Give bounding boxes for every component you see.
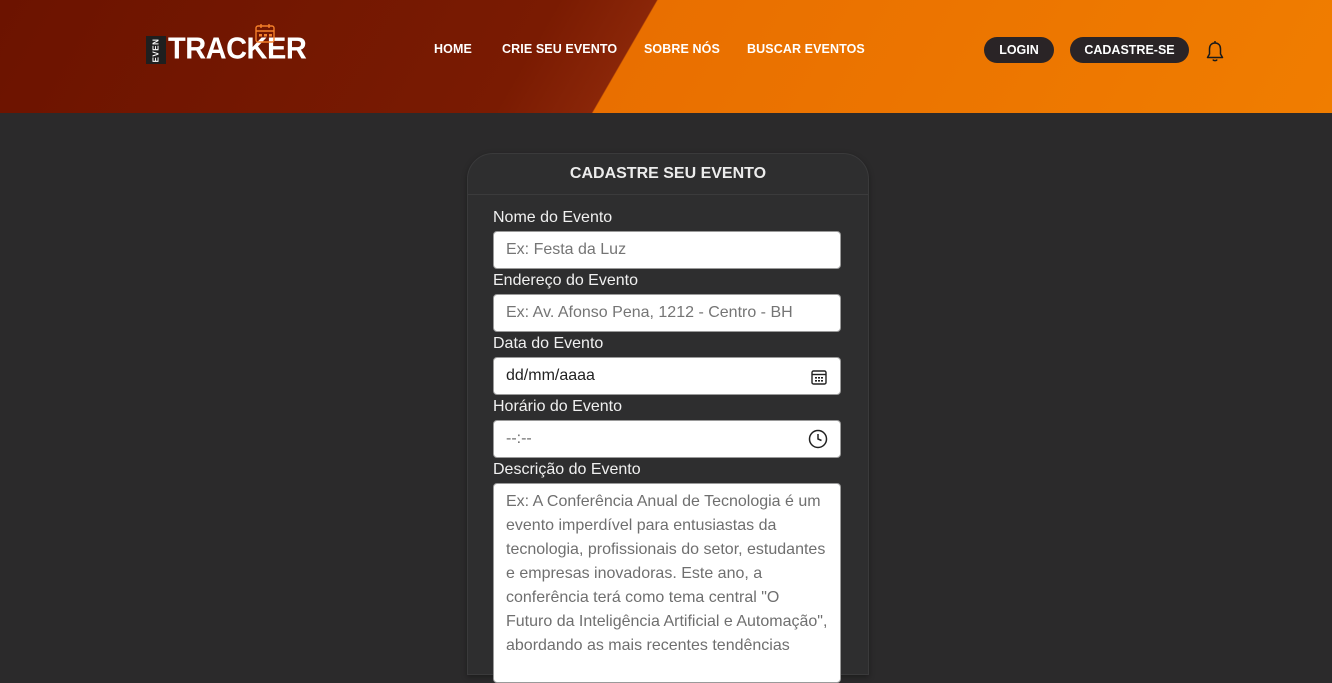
event-time-value: --:-- <box>506 430 532 447</box>
event-date-label: Data do Evento <box>493 335 604 352</box>
calendar-icon[interactable] <box>810 368 828 386</box>
logo-wordmark: TRACKER <box>168 32 307 66</box>
nav-about-link[interactable]: SOBRE NÓS <box>644 42 720 56</box>
event-description-label: Descrição do Evento <box>493 461 641 478</box>
event-name-label: Nome do Evento <box>493 209 613 226</box>
event-description-textarea[interactable]: Ex: A Conferência Anual de Tecnologia é … <box>493 483 841 683</box>
event-form-card: CADASTRE SEU EVENTO Nome do Evento Ender… <box>467 153 869 683</box>
logo-calendar-icon <box>255 24 275 43</box>
logo-even-block: EVEN <box>146 36 166 64</box>
event-address-label: Endereço do Evento <box>493 272 638 289</box>
bell-icon[interactable] <box>1205 40 1225 64</box>
nav-create-event-link[interactable]: CRIE SEU EVENTO <box>502 42 617 56</box>
clock-icon[interactable] <box>808 429 828 449</box>
brand-logo[interactable]: EVEN TRACKER <box>146 22 307 66</box>
event-date-value: dd/mm/aaaa <box>506 367 595 384</box>
signup-button[interactable]: CADASTRE-SE <box>1070 37 1189 63</box>
form-title: CADASTRE SEU EVENTO <box>468 154 868 195</box>
event-time-label: Horário do Evento <box>493 398 622 415</box>
top-header: EVEN TRACKER HOME CRIE SEU EVENTO SOBRE … <box>0 0 1332 113</box>
nav-home-link[interactable]: HOME <box>434 42 472 56</box>
event-time-input[interactable]: --:-- <box>493 420 841 458</box>
event-address-input[interactable] <box>493 294 841 332</box>
login-button[interactable]: LOGIN <box>984 37 1054 63</box>
nav-search-events-link[interactable]: BUSCAR EVENTOS <box>747 42 865 56</box>
event-name-input[interactable] <box>493 231 841 269</box>
event-date-input[interactable]: dd/mm/aaaa <box>493 357 841 395</box>
